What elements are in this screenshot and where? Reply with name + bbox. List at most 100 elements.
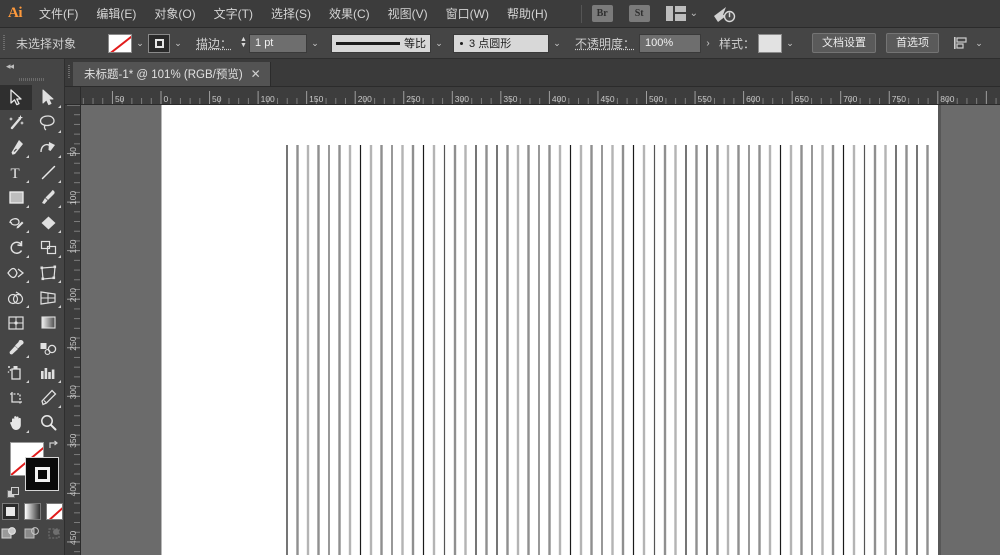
color-mode-row bbox=[0, 503, 64, 520]
stroke-weight-chevron-down-icon[interactable]: ⌄ bbox=[307, 33, 323, 53]
scale-tool[interactable] bbox=[32, 235, 64, 260]
symbol-sprayer-tool[interactable] bbox=[0, 360, 32, 385]
menu-window[interactable]: 窗口(W) bbox=[437, 0, 498, 28]
column-graph-tool[interactable] bbox=[32, 360, 64, 385]
eraser-tool[interactable] bbox=[32, 210, 64, 235]
tools-panel-header[interactable]: ◂◂ bbox=[0, 59, 64, 73]
menu-view[interactable]: 视图(V) bbox=[379, 0, 437, 28]
menu-effect[interactable]: 效果(C) bbox=[320, 0, 379, 28]
pen-tool[interactable] bbox=[0, 135, 32, 160]
chevron-down-icon[interactable]: ⌄ bbox=[690, 8, 698, 19]
collapse-panel-icon[interactable]: ◂◂ bbox=[6, 61, 14, 72]
fill-swatch[interactable] bbox=[108, 33, 132, 53]
menu-object[interactable]: 对象(O) bbox=[145, 0, 204, 28]
stroke-color-black[interactable] bbox=[25, 457, 59, 491]
control-bar-grip[interactable] bbox=[0, 28, 8, 59]
menu-type[interactable]: 文字(T) bbox=[205, 0, 262, 28]
tools-panel: ◂◂ T bbox=[0, 59, 65, 555]
svg-text:700: 700 bbox=[843, 94, 857, 104]
gradient-tool[interactable] bbox=[32, 310, 64, 335]
align-icon[interactable] bbox=[953, 35, 971, 51]
lasso-tool[interactable] bbox=[32, 110, 64, 135]
svg-text:100: 100 bbox=[261, 94, 275, 104]
svg-text:50: 50 bbox=[68, 147, 78, 157]
color-mode-button[interactable] bbox=[1, 503, 19, 520]
style-chevron-down-icon[interactable]: ⌄ bbox=[782, 33, 798, 53]
opacity-input[interactable]: 100% bbox=[639, 33, 702, 53]
brush-chevron-down-icon[interactable]: ⌄ bbox=[549, 33, 565, 53]
artboard[interactable] bbox=[161, 105, 938, 555]
document-setup-button[interactable]: 文档设置 bbox=[812, 33, 877, 53]
stroke-swatch[interactable] bbox=[148, 33, 170, 53]
opacity-arrow-right-icon[interactable]: › bbox=[701, 38, 715, 49]
variable-width-profile-select[interactable]: 等比 bbox=[331, 33, 432, 53]
line-segment-tool[interactable] bbox=[32, 160, 64, 185]
svg-text:350: 350 bbox=[503, 94, 517, 104]
direct-selection-tool[interactable] bbox=[32, 85, 64, 110]
shape-builder-tool[interactable] bbox=[0, 285, 32, 310]
ruler-origin-corner[interactable] bbox=[65, 87, 81, 105]
magic-wand-tool[interactable] bbox=[0, 110, 32, 135]
width-tool[interactable] bbox=[0, 260, 32, 285]
blend-tool[interactable] bbox=[32, 335, 64, 360]
stroke-weight-input[interactable]: 1 pt bbox=[249, 33, 308, 53]
preferences-button[interactable]: 首选项 bbox=[886, 33, 940, 53]
hand-tool[interactable] bbox=[0, 410, 32, 435]
align-chevron-down-icon[interactable]: ⌄ bbox=[971, 33, 987, 53]
app-logo-icon: Ai bbox=[8, 5, 23, 21]
draw-inside-button[interactable] bbox=[46, 525, 64, 540]
svg-text:450: 450 bbox=[68, 530, 78, 544]
slice-tool[interactable] bbox=[32, 385, 64, 410]
free-transform-tool[interactable] bbox=[32, 260, 64, 285]
close-icon[interactable]: ✕ bbox=[251, 68, 261, 80]
vertical-ruler[interactable]: 50 100 150 200 250 300 350 400 450 bbox=[65, 105, 81, 555]
perspective-grid-tool[interactable] bbox=[32, 285, 64, 310]
paintbrush-tool[interactable] bbox=[32, 185, 64, 210]
none-mode-button[interactable] bbox=[45, 503, 63, 520]
vertical-line-artwork[interactable] bbox=[161, 105, 938, 555]
rotate-tool[interactable] bbox=[0, 235, 32, 260]
opacity-label[interactable]: 不透明度： bbox=[575, 35, 635, 52]
type-tool[interactable]: T bbox=[0, 160, 32, 185]
mesh-tool[interactable] bbox=[0, 310, 32, 335]
canvas-area[interactable] bbox=[81, 105, 1000, 555]
horizontal-ruler[interactable]: 50 0 50 100 150 200 250 300 350 400 450 500 550 600 65… bbox=[81, 87, 1000, 105]
curvature-tool[interactable] bbox=[32, 135, 64, 160]
selection-tool[interactable] bbox=[0, 85, 32, 110]
cc-libraries-icon[interactable] bbox=[712, 4, 736, 24]
default-fill-stroke-icon[interactable] bbox=[7, 487, 20, 500]
menu-edit[interactable]: 编辑(E) bbox=[87, 0, 145, 28]
zoom-tool[interactable] bbox=[32, 410, 64, 435]
graphic-style-swatch[interactable] bbox=[758, 33, 783, 53]
bridge-icon[interactable]: Br bbox=[591, 5, 613, 22]
svg-text:50: 50 bbox=[115, 94, 125, 104]
draw-normal-button[interactable] bbox=[0, 525, 18, 540]
tools-panel-grip[interactable] bbox=[0, 73, 64, 85]
menu-file[interactable]: 文件(F) bbox=[30, 0, 87, 28]
illustrator-window: Ai 文件(F) 编辑(E) 对象(O) 文字(T) 选择(S) 效果(C) 视… bbox=[0, 0, 1000, 555]
document-tab[interactable]: 未标题-1* @ 101% (RGB/预览) ✕ bbox=[73, 62, 271, 86]
shaper-tool[interactable] bbox=[0, 210, 32, 235]
tab-bar-grip[interactable] bbox=[65, 58, 73, 86]
artboard-tool[interactable] bbox=[0, 385, 32, 410]
menu-select[interactable]: 选择(S) bbox=[262, 0, 320, 28]
stock-icon[interactable]: St bbox=[628, 5, 650, 22]
brush-definition-select[interactable]: 3 点圆形 bbox=[453, 33, 550, 53]
stroke-weight-stepper[interactable]: ▲ ▼ bbox=[238, 34, 249, 53]
fill-chevron-down-icon[interactable]: ⌄ bbox=[132, 33, 148, 53]
svg-text:450: 450 bbox=[600, 94, 614, 104]
gradient-mode-button[interactable] bbox=[23, 503, 41, 520]
rectangle-tool[interactable] bbox=[0, 185, 32, 210]
artboard-shadow bbox=[938, 105, 941, 555]
eyedropper-tool[interactable] bbox=[0, 335, 32, 360]
stroke-chevron-down-icon[interactable]: ⌄ bbox=[170, 33, 186, 53]
workspace-switcher-icon[interactable] bbox=[665, 6, 686, 21]
menu-help[interactable]: 帮助(H) bbox=[498, 0, 557, 28]
draw-behind-button[interactable] bbox=[23, 525, 41, 540]
svg-text:300: 300 bbox=[68, 385, 78, 399]
draw-mode-row bbox=[0, 525, 64, 540]
stroke-weight-label[interactable]: 描边： bbox=[196, 35, 232, 52]
profile-chevron-down-icon[interactable]: ⌄ bbox=[431, 33, 447, 53]
swap-fill-stroke-icon[interactable] bbox=[48, 439, 60, 451]
svg-text:100: 100 bbox=[68, 191, 78, 205]
